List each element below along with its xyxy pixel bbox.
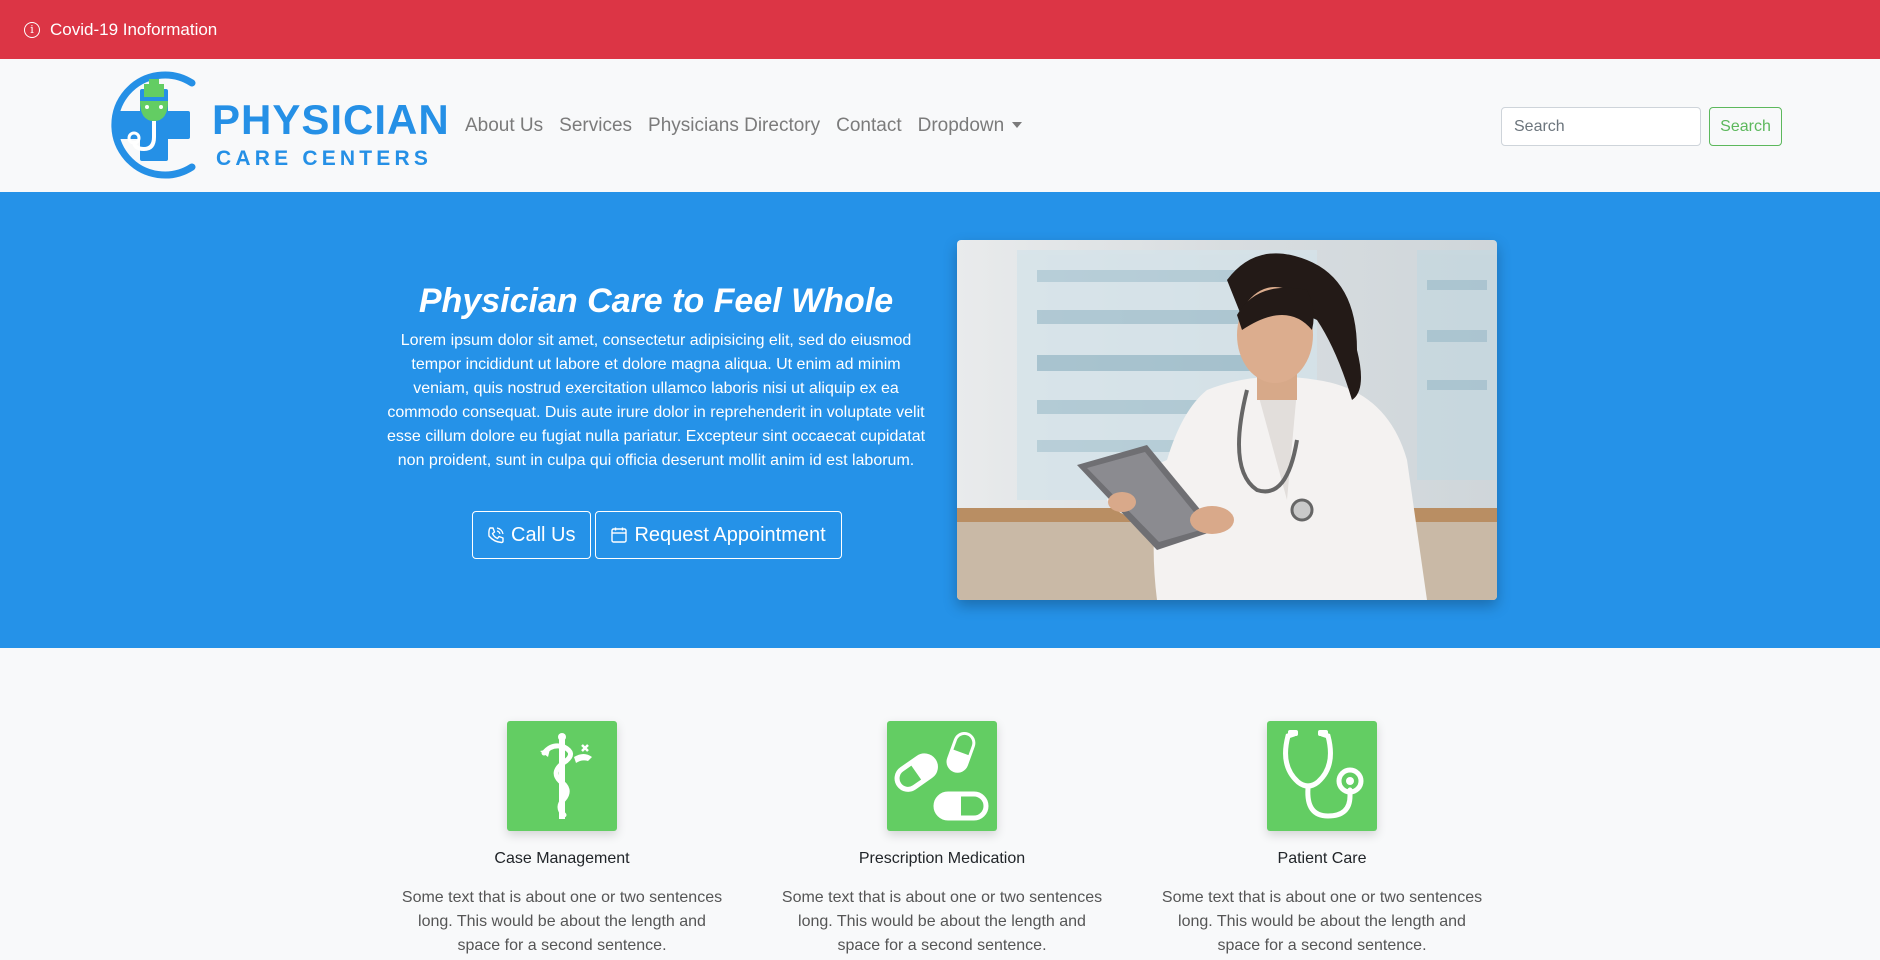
- feature-title: Prescription Medication: [858, 850, 1026, 867]
- covid-alert-text[interactable]: Covid-19 Inoformation: [50, 20, 217, 40]
- hero-section: Physician Care to Feel Whole Lorem ipsum…: [0, 192, 1880, 648]
- caret-down-icon: [1012, 122, 1023, 129]
- request-appointment-label: Request Appointment: [634, 523, 826, 546]
- info-circle-icon: i: [24, 21, 40, 38]
- nav-contact[interactable]: Contact: [836, 115, 901, 137]
- nav-about-us[interactable]: About Us: [465, 115, 543, 137]
- hero-text: Lorem ipsum dolor sit amet, consectetur …: [386, 332, 926, 469]
- call-us-button[interactable]: Call Us: [472, 511, 592, 559]
- nav-services[interactable]: Services: [559, 115, 632, 137]
- phone-icon: [487, 526, 505, 544]
- feature-text: Some text that is about one or two sente…: [781, 889, 1103, 954]
- search-input[interactable]: [1501, 107, 1701, 146]
- covid-alert-bar[interactable]: i Covid-19 Inoformation: [0, 0, 1880, 59]
- request-appointment-button[interactable]: Request Appointment: [595, 511, 842, 559]
- doctor-photo-illustration: [957, 240, 1497, 600]
- feature-title: Patient Care: [1277, 850, 1367, 867]
- nav-physicians-directory[interactable]: Physicians Directory: [648, 115, 820, 137]
- navbar: PHYSICIAN CARE CENTERS About Us Services…: [0, 59, 1880, 192]
- nav-dropdown-label: Dropdown: [917, 114, 1005, 136]
- caduceus-icon: [507, 721, 617, 831]
- calendar-icon: [610, 526, 628, 544]
- hero-buttons: Call Us Request Appointment: [472, 511, 842, 559]
- brand-title: PHYSICIAN: [212, 96, 450, 143]
- feature-patient-care: Patient Care Some text that is about one…: [1147, 721, 1497, 958]
- feature-text: Some text that is about one or two sente…: [1161, 889, 1483, 954]
- features-section: Case Management Some text that is about …: [0, 648, 1880, 960]
- stethoscope-icon: [1267, 721, 1377, 831]
- hero-title: Physician Care to Feel Whole: [418, 282, 894, 320]
- feature-case-management: Case Management Some text that is about …: [387, 721, 737, 958]
- nav-dropdown[interactable]: Dropdown: [918, 115, 1023, 137]
- pills-icon: [887, 721, 997, 831]
- search-button[interactable]: Search: [1709, 107, 1782, 146]
- brand-logo[interactable]: PHYSICIAN CARE CENTERS: [100, 71, 449, 179]
- medical-cross-logo-icon: [111, 71, 196, 179]
- feature-prescription-medication: Prescription Medication Some text that i…: [767, 721, 1117, 958]
- doctor-with-tablet-photo: [957, 240, 1497, 600]
- call-us-label: Call Us: [511, 523, 576, 546]
- main-nav: About Us Services Physicians Directory C…: [465, 59, 1023, 192]
- brand-subtitle: CARE CENTERS: [216, 147, 433, 170]
- feature-title: Case Management: [494, 850, 630, 867]
- feature-text: Some text that is about one or two sente…: [401, 889, 723, 954]
